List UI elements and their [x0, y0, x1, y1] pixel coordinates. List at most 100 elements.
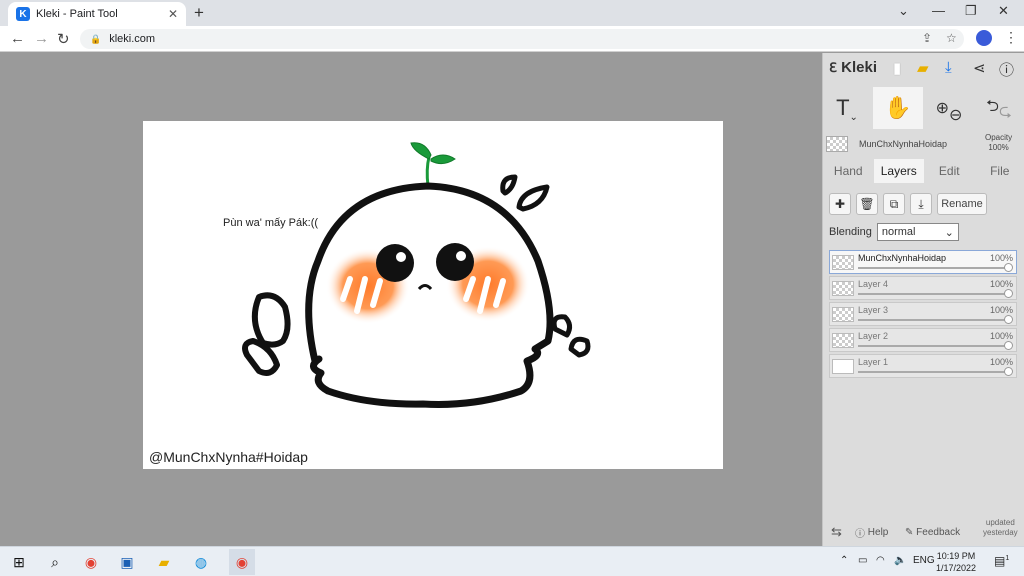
battery-icon[interactable]: ▭	[858, 555, 867, 566]
blending-label: Blending	[829, 226, 872, 238]
active-layer-name: MunChxNynhaHoidap	[859, 139, 948, 149]
back-button[interactable]: ←	[10, 30, 25, 47]
browser-tab[interactable]: K Kleki - Paint Tool ✕	[8, 2, 186, 26]
store-icon[interactable]: ▣	[118, 553, 136, 571]
layer-item-layer-3[interactable]: Layer 3 100%	[829, 302, 1017, 326]
restore-button[interactable]: ❐	[965, 3, 977, 19]
edge-icon[interactable]: ◍	[192, 553, 210, 571]
lock-icon[interactable]: 🔒	[90, 34, 101, 45]
new-file-icon[interactable]: ▮	[893, 59, 901, 77]
sweat-drop-top-2	[516, 184, 550, 212]
kleki-favicon-icon: K	[16, 7, 30, 21]
chrome-icon[interactable]: ◉	[82, 553, 100, 571]
layer-opacity-knob[interactable]	[1004, 263, 1013, 272]
layer-opacity-slider[interactable]	[858, 319, 1010, 321]
blending-row: Blending normal ⌄	[829, 223, 959, 241]
hand-tool-button[interactable]: ✋	[873, 87, 923, 129]
chevron-down-icon: ⌄	[944, 226, 954, 239]
text-tool-button[interactable]: T ⌄	[823, 87, 871, 129]
system-clock[interactable]: 10:19 PM 1/17/2022	[936, 550, 976, 574]
character-drawing	[242, 142, 591, 408]
layer-opacity-knob[interactable]	[1004, 289, 1013, 298]
kleki-side-panel: ℇ Kleki ▮ ▰ ⤓ ⋖ ⓘ T ⌄ ✋ ⊕ ⊖ ⮌ ⮎ MunChxNynha…	[822, 53, 1024, 546]
add-layer-button[interactable]: ✚	[829, 193, 851, 215]
browser-toolbar: ← → ↻ 🔒 kleki.com ⇪ ☆ ⋮	[0, 26, 1024, 52]
profile-avatar[interactable]	[976, 30, 992, 46]
show-hidden-icons[interactable]: ⌃	[840, 555, 848, 566]
drawing-canvas[interactable]: Pùn wa' mấy Pák:(( @MunChxNynha#Hoidap	[143, 121, 723, 469]
tab-hand[interactable]: Hand	[823, 159, 874, 183]
minimize-button[interactable]: —	[932, 3, 945, 18]
file-explorer-icon[interactable]: ▰	[155, 553, 173, 571]
browser-tab-bar: K Kleki - Paint Tool ✕ + ⌄ — ❐ ✕	[0, 0, 1024, 26]
zoom-tools[interactable]: ⊕ ⊖	[927, 87, 971, 129]
left-eye	[376, 244, 414, 282]
new-tab-button[interactable]: +	[194, 3, 204, 23]
layer-opacity-knob[interactable]	[1004, 367, 1013, 376]
browser-menu-icon[interactable]: ⋮	[1004, 29, 1018, 46]
share-icon[interactable]: ⋖	[973, 59, 986, 77]
tab-layers[interactable]: Layers	[873, 159, 924, 183]
layer-opacity-knob[interactable]	[1004, 341, 1013, 350]
layer-thumbnail	[832, 307, 854, 322]
chrome-active-icon[interactable]: ◉	[229, 549, 255, 575]
tab-edit[interactable]: Edit	[924, 159, 975, 183]
language-indicator[interactable]: ENG	[913, 555, 935, 566]
right-eye	[436, 243, 474, 281]
layer-opacity-slider[interactable]	[858, 293, 1010, 295]
close-window-button[interactable]: ✕	[998, 3, 1009, 19]
url-text: kleki.com	[109, 33, 156, 45]
sweat-drop-right-1	[551, 314, 573, 338]
canvas-signature-text: @MunChxNynha#Hoidap	[149, 449, 308, 465]
help-button[interactable]: ⓘ Help	[855, 525, 888, 540]
active-layer-opacity: Opacity 100%	[985, 133, 1013, 152]
forward-button[interactable]: →	[34, 30, 49, 47]
layer-item-layer-1[interactable]: Layer 1 100%	[829, 354, 1017, 378]
sweat-drop-top-1	[500, 174, 518, 196]
layer-item-layer-2[interactable]: Layer 2 100%	[829, 328, 1017, 352]
layer-item-layer-4[interactable]: Layer 4 100%	[829, 276, 1017, 300]
delete-layer-button[interactable]: 🗑	[856, 193, 878, 215]
sprout-leaf-right	[430, 154, 456, 165]
canvas-caption-text: Pùn wa' mấy Pák:((	[223, 217, 319, 229]
layer-opacity-slider[interactable]	[858, 345, 1010, 347]
address-bar[interactable]: 🔒 kleki.com	[80, 29, 964, 49]
close-tab-icon[interactable]: ✕	[168, 7, 178, 21]
layer-thumbnail	[832, 281, 854, 296]
share-icon[interactable]: ⇪	[922, 31, 932, 45]
panel-header: ℇ Kleki ▮ ▰ ⤓ ⋖ ⓘ	[823, 53, 1024, 83]
blending-select[interactable]: normal ⌄	[876, 223, 959, 241]
tab-search-icon[interactable]: ⌄	[898, 3, 909, 19]
feedback-button[interactable]: ✎ Feedback	[905, 527, 960, 538]
rename-layer-button[interactable]: Rename	[937, 193, 987, 215]
tab-title: Kleki - Paint Tool	[36, 8, 118, 20]
merge-layer-button[interactable]: ⤓	[910, 193, 932, 215]
swap-panel-icon[interactable]: ⇆	[831, 524, 842, 540]
layer-opacity-slider[interactable]	[858, 267, 1010, 269]
search-icon[interactable]: ⌕	[46, 553, 64, 571]
layer-opacity-knob[interactable]	[1004, 315, 1013, 324]
sweat-drop-right-2	[568, 336, 591, 358]
reload-button[interactable]: ↻	[57, 30, 70, 48]
layer-item-munchxnynhahoidap[interactable]: MunChxNynhaHoidap 100%	[829, 250, 1017, 274]
layer-actions: ✚ 🗑 ⧉ ⤓ Rename	[829, 193, 987, 215]
sprout-stem	[425, 156, 431, 187]
wifi-icon[interactable]: ◠	[876, 555, 885, 566]
open-folder-icon[interactable]: ▰	[917, 59, 929, 77]
sweat-drop-left-1	[251, 292, 291, 348]
sprout-leaf-left	[410, 142, 432, 160]
download-icon[interactable]: ⤓	[945, 59, 952, 76]
bookmark-star-icon[interactable]: ☆	[946, 31, 957, 45]
layer-thumbnail	[832, 359, 854, 374]
kleki-logo: ℇ Kleki	[829, 59, 878, 76]
help-circle-icon[interactable]: ⓘ	[999, 59, 1014, 80]
drawing-workspace[interactable]: Pùn wa' mấy Pák:(( @MunChxNynha#Hoidap	[0, 53, 822, 546]
tab-file[interactable]: File	[975, 159, 1024, 183]
volume-icon[interactable]: 🔈	[894, 555, 906, 566]
notification-icon[interactable]: ▤1	[994, 554, 1009, 568]
layer-list: MunChxNynhaHoidap 100% Layer 4 100% Laye…	[829, 250, 1017, 380]
duplicate-layer-button[interactable]: ⧉	[883, 193, 905, 215]
undo-redo-tools[interactable]: ⮌ ⮎	[975, 87, 1023, 129]
windows-start-icon[interactable]: ⊞	[10, 553, 28, 571]
layer-opacity-slider[interactable]	[858, 371, 1010, 373]
